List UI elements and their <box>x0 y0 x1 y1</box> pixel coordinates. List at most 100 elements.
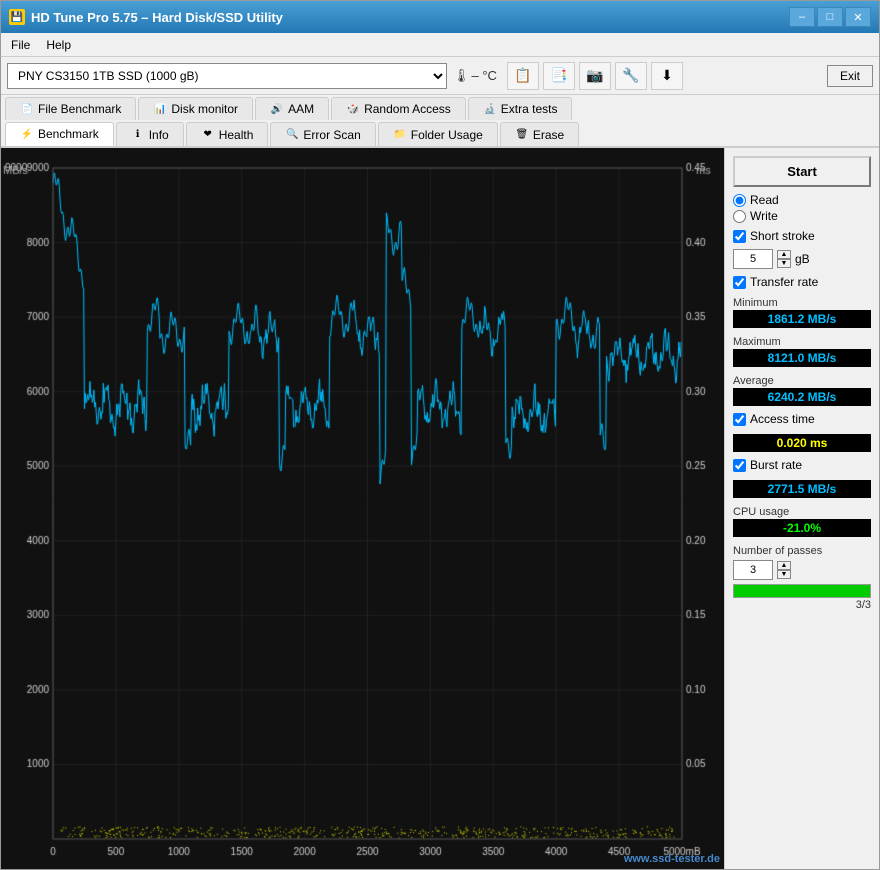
access-time-section: 0.020 ms <box>733 434 871 452</box>
tabs-container: 📄 File Benchmark 📊 Disk monitor 🔊 AAM 🎲 … <box>1 95 879 148</box>
write-radio[interactable] <box>733 210 746 223</box>
burst-rate-section: 2771.5 MB/s <box>733 480 871 498</box>
menu-help[interactable]: Help <box>40 36 77 54</box>
short-stroke-spinners: ▲ ▼ <box>777 250 791 268</box>
tab-file-benchmark[interactable]: 📄 File Benchmark <box>5 97 136 120</box>
average-section: Average 6240.2 MB/s <box>733 375 871 406</box>
title-bar-controls: – □ ✕ <box>789 7 871 27</box>
info-tab-icon: ℹ <box>131 128 145 142</box>
download-icon-btn[interactable]: ⬇ <box>651 62 683 90</box>
tab-folder-usage[interactable]: 📁 Folder Usage <box>378 122 498 146</box>
short-stroke-up[interactable]: ▲ <box>777 250 791 259</box>
passes-input-row: ▲ ▼ <box>733 560 871 580</box>
tab-random-access[interactable]: 🎲 Random Access <box>331 97 466 120</box>
cpu-usage-section: CPU usage -21.0% <box>733 506 871 537</box>
access-time-checkbox-label[interactable]: Access time <box>733 412 871 426</box>
tab-erase[interactable]: 🗑 Erase <box>500 122 579 146</box>
error-scan-icon: 🔍 <box>285 128 299 142</box>
tab-aam-label: AAM <box>288 102 314 116</box>
passes-progress-label: 3/3 <box>733 599 871 611</box>
erase-icon: 🗑 <box>515 128 529 142</box>
tab-benchmark[interactable]: ⚡ Benchmark <box>5 122 114 146</box>
passes-input[interactable] <box>733 560 773 580</box>
temp-display: 🌡 – °C <box>453 68 497 84</box>
close-button[interactable]: ✕ <box>845 7 871 27</box>
passes-spinners: ▲ ▼ <box>777 561 791 579</box>
tab-extra-tests[interactable]: 🔬 Extra tests <box>468 97 573 120</box>
short-stroke-label: Short stroke <box>750 229 815 243</box>
maximize-button[interactable]: □ <box>817 7 843 27</box>
mode-radio-group: Read Write <box>733 193 871 223</box>
benchmark-icon: ⚡ <box>20 127 34 141</box>
copy-icon-btn[interactable]: 📋 <box>507 62 539 90</box>
tab-error-scan[interactable]: 🔍 Error Scan <box>270 122 375 146</box>
info-icon-btn[interactable]: 🔧 <box>615 62 647 90</box>
short-stroke-checkbox-label[interactable]: Short stroke <box>733 229 871 243</box>
maximum-section: Maximum 8121.0 MB/s <box>733 336 871 367</box>
passes-section: Number of passes ▲ ▼ 3/3 <box>733 545 871 611</box>
tab-disk-monitor-label: Disk monitor <box>171 102 238 116</box>
minimum-section: Minimum 1861.2 MB/s <box>733 297 871 328</box>
access-time-checkbox[interactable] <box>733 413 746 426</box>
disk-monitor-icon: 📊 <box>153 102 167 116</box>
window-title: HD Tune Pro 5.75 – Hard Disk/SSD Utility <box>31 10 283 25</box>
write-label: Write <box>750 209 778 223</box>
app-icon: 💾 <box>9 9 25 25</box>
tabs-top-row: 📄 File Benchmark 📊 Disk monitor 🔊 AAM 🎲 … <box>1 95 879 120</box>
tab-info[interactable]: ℹ Info <box>116 122 184 146</box>
tab-extra-tests-label: Extra tests <box>501 102 558 116</box>
minimum-value: 1861.2 MB/s <box>733 310 871 328</box>
short-stroke-unit: gB <box>795 252 810 266</box>
menu-bar: File Help <box>1 33 879 57</box>
tab-erase-label: Erase <box>533 128 564 142</box>
health-icon: ❤ <box>201 128 215 142</box>
folder-usage-icon: 📁 <box>393 128 407 142</box>
read-label: Read <box>750 193 779 207</box>
camera-icon-btn[interactable]: 📷 <box>579 62 611 90</box>
tab-error-scan-label: Error Scan <box>303 128 360 142</box>
passes-progress-fill <box>734 585 870 597</box>
thermometer-icon: 🌡 <box>453 68 470 84</box>
burst-rate-checkbox-label[interactable]: Burst rate <box>733 458 871 472</box>
write-radio-label[interactable]: Write <box>733 209 871 223</box>
passes-row: Number of passes <box>733 545 871 558</box>
access-time-label: Access time <box>750 412 815 426</box>
chart-area: www.ssd-tester.de <box>1 148 724 869</box>
burst-rate-value: 2771.5 MB/s <box>733 480 871 498</box>
extra-tests-icon: 🔬 <box>483 102 497 116</box>
exit-button[interactable]: Exit <box>827 65 873 87</box>
main-window: 💾 HD Tune Pro 5.75 – Hard Disk/SSD Utili… <box>0 0 880 870</box>
start-button[interactable]: Start <box>733 156 871 187</box>
transfer-rate-checkbox-label[interactable]: Transfer rate <box>733 275 871 289</box>
read-radio-label[interactable]: Read <box>733 193 871 207</box>
drive-select[interactable]: PNY CS3150 1TB SSD (1000 gB) <box>7 63 447 89</box>
maximum-label: Maximum <box>733 336 871 348</box>
tab-health-label: Health <box>219 128 254 142</box>
passes-label: Number of passes <box>733 545 822 557</box>
transfer-rate-checkbox[interactable] <box>733 276 746 289</box>
read-radio[interactable] <box>733 194 746 207</box>
benchmark-chart <box>1 148 724 869</box>
tab-disk-monitor[interactable]: 📊 Disk monitor <box>138 97 253 120</box>
short-stroke-input[interactable] <box>733 249 773 269</box>
title-bar: 💾 HD Tune Pro 5.75 – Hard Disk/SSD Utili… <box>1 1 879 33</box>
short-stroke-checkbox[interactable] <box>733 230 746 243</box>
temp-value: – °C <box>472 68 497 83</box>
tab-aam[interactable]: 🔊 AAM <box>255 97 329 120</box>
passes-down[interactable]: ▼ <box>777 570 791 579</box>
aam-icon: 🔊 <box>270 102 284 116</box>
passes-up[interactable]: ▲ <box>777 561 791 570</box>
tab-random-access-label: Random Access <box>364 102 451 116</box>
minimize-button[interactable]: – <box>789 7 815 27</box>
access-time-value: 0.020 ms <box>733 434 871 452</box>
menu-file[interactable]: File <box>5 36 36 54</box>
average-label: Average <box>733 375 871 387</box>
burst-rate-checkbox[interactable] <box>733 459 746 472</box>
minimum-label: Minimum <box>733 297 871 309</box>
short-stroke-down[interactable]: ▼ <box>777 259 791 268</box>
tab-health[interactable]: ❤ Health <box>186 122 269 146</box>
passes-progress-container <box>733 584 871 598</box>
average-value: 6240.2 MB/s <box>733 388 871 406</box>
list-icon-btn[interactable]: 📑 <box>543 62 575 90</box>
content-area: www.ssd-tester.de Start Read Write Short… <box>1 148 879 869</box>
